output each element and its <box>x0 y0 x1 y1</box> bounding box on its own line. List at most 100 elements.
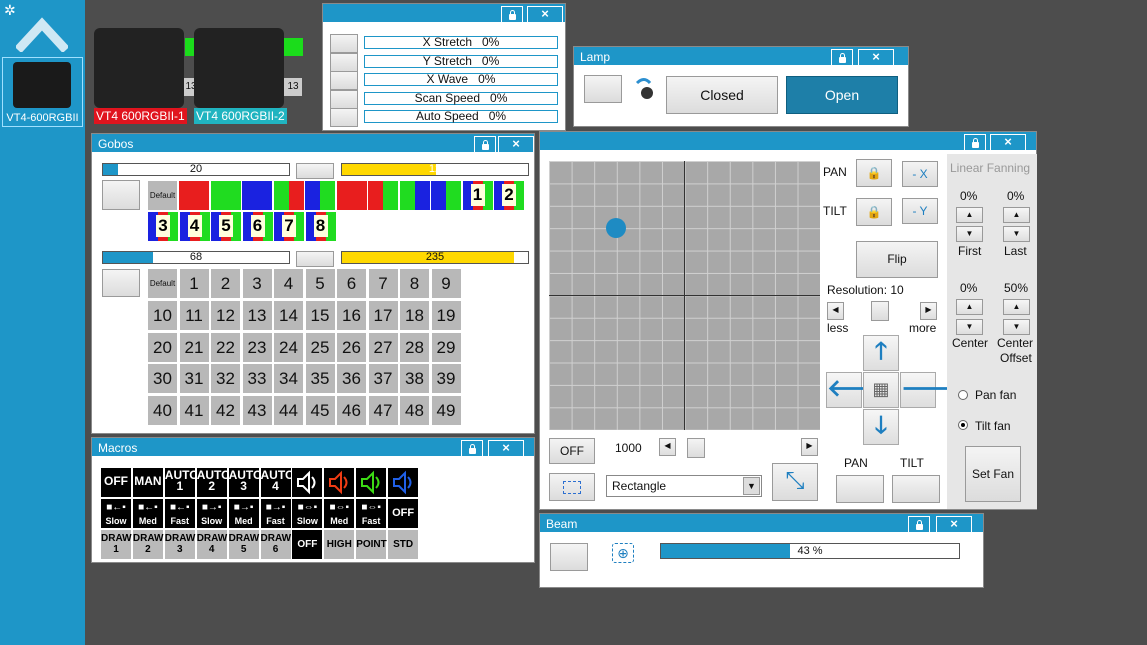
gobo-number-button[interactable]: 27 <box>368 332 398 362</box>
lock-icon[interactable] <box>474 136 496 153</box>
macro-draw-button[interactable]: DRAW 5 <box>228 530 259 559</box>
stretch-button[interactable] <box>330 52 358 72</box>
gobo-number-button[interactable]: 34 <box>274 364 303 394</box>
stretch-button[interactable] <box>330 108 358 127</box>
stretch-button[interactable] <box>330 34 358 53</box>
macro-speed-button[interactable]: ■⇔▪ Fast <box>356 499 387 528</box>
gobo-number-button[interactable]: 24 <box>274 332 303 362</box>
beam-toggle[interactable] <box>550 543 588 571</box>
macro-draw-button[interactable]: OFF <box>292 530 323 559</box>
set-fan-button[interactable]: Set Fan <box>965 446 1021 502</box>
gobo-number-button[interactable]: 16 <box>337 300 366 330</box>
macro-draw-button[interactable]: DRAW 2 <box>132 530 163 559</box>
gobo-number-button[interactable]: 2 <box>211 269 240 298</box>
beam-bar[interactable]: 43 % <box>660 543 960 559</box>
resolution-thumb[interactable] <box>871 301 889 321</box>
macro-draw-button[interactable]: DRAW 6 <box>260 530 291 559</box>
gobo-number-button[interactable]: 5 <box>305 269 335 298</box>
gear-icon[interactable]: ✲ <box>4 2 16 19</box>
shape-select[interactable]: Rectangle ▼ <box>606 475 762 497</box>
gobo-number-button[interactable]: 32 <box>211 364 240 394</box>
open-button[interactable]: Open <box>786 76 898 114</box>
macro-button[interactable]: OFF <box>101 468 131 497</box>
zoom-in-icon[interactable]: ⊕ <box>612 543 634 563</box>
default-button[interactable]: Default <box>148 269 177 298</box>
gobo-color-swatch[interactable] <box>273 181 304 210</box>
gobo-number-button[interactable]: 12 <box>211 300 240 330</box>
macro-draw-button[interactable]: HIGH <box>324 530 355 559</box>
size-slider-left[interactable]: ◀ <box>659 438 676 456</box>
stretch-button[interactable] <box>330 71 358 90</box>
macro-button[interactable]: AUTO 1 <box>164 468 199 497</box>
gobo-color-swatch[interactable] <box>336 181 367 210</box>
macro-speed-button[interactable]: ■←▪ Med <box>132 499 163 528</box>
pan-value-button[interactable] <box>836 475 884 503</box>
macro-speed-button[interactable]: ■←▪ Fast <box>164 499 195 528</box>
gobo-color-number[interactable]: 5 <box>211 212 241 241</box>
gobo-color-number[interactable]: 4 <box>179 212 210 241</box>
tilt-value-button[interactable] <box>892 475 940 503</box>
minus-x-button[interactable]: - X <box>902 161 938 187</box>
offset-up[interactable]: ▲ <box>1003 299 1030 315</box>
gobo-color-number[interactable]: 6 <box>242 212 273 241</box>
lock-icon[interactable] <box>908 516 930 533</box>
gobo-number-button[interactable]: 25 <box>305 332 335 362</box>
macro-draw-button[interactable]: DRAW 1 <box>101 530 132 559</box>
gobo-color-swatch[interactable] <box>368 181 398 210</box>
gobo-number-button[interactable]: 38 <box>400 364 429 394</box>
gobo-color-swatch[interactable] <box>399 181 430 210</box>
gobo-color-swatch[interactable] <box>431 181 461 210</box>
default-button[interactable]: Default <box>148 181 177 210</box>
position-dot[interactable] <box>606 218 626 238</box>
lock-icon[interactable] <box>964 134 986 151</box>
lock-icon[interactable] <box>831 49 853 66</box>
gobo-number-button[interactable]: 42 <box>211 396 240 426</box>
gobo-number-button[interactable]: 10 <box>148 300 177 330</box>
size-slider-thumb[interactable] <box>687 438 705 458</box>
close-button[interactable]: × <box>488 440 524 457</box>
gobo-number-button[interactable]: 6 <box>337 269 366 298</box>
first-down[interactable]: ▼ <box>956 226 983 242</box>
gobo-number-button[interactable]: 17 <box>368 300 398 330</box>
gobo-bar-4[interactable]: 235 <box>341 251 529 264</box>
gobo-number-button[interactable]: 36 <box>337 364 366 394</box>
gobo-button-2[interactable] <box>296 251 334 267</box>
macro-speed-button[interactable]: OFF <box>388 499 419 528</box>
right-arrow-button[interactable]: 🡒 <box>900 372 965 408</box>
macro-speed-button[interactable]: ■→▪ Med <box>228 499 259 528</box>
fixture-card[interactable]: VT4-600RGBII <box>2 57 83 127</box>
gobo-color-number[interactable]: 7 <box>274 212 304 241</box>
size-slider-right[interactable]: ▶ <box>801 438 818 456</box>
gobo-number-button[interactable]: 7 <box>368 269 398 298</box>
stretch-row[interactable]: X Stretch 0% <box>364 36 558 49</box>
macro-speed-button[interactable]: ■⇔▪ Med <box>324 499 355 528</box>
left-arrow-button[interactable]: 🡐 <box>826 372 891 408</box>
gobo-number-button[interactable]: 20 <box>148 332 177 362</box>
gobo-bar-3[interactable]: 68 <box>102 251 290 264</box>
gobo-number-button[interactable]: 22 <box>211 332 240 362</box>
shape-apply-button[interactable]: ⤡ <box>772 463 818 501</box>
lock-icon[interactable] <box>501 6 523 23</box>
speaker-icon[interactable] <box>324 468 355 497</box>
fixture-2[interactable]: 13 VT4 600RGBII-2 <box>192 18 303 126</box>
gobo-number-button[interactable]: 4 <box>274 269 303 298</box>
gobo-color-swatch[interactable] <box>179 181 209 210</box>
gobo-number-button[interactable]: 9 <box>431 269 461 298</box>
gobo-number-button[interactable]: 14 <box>274 300 303 330</box>
gobo-color-swatch[interactable] <box>210 181 241 210</box>
gobo-number-button[interactable]: 23 <box>242 332 272 362</box>
gobo-color-swatch[interactable] <box>305 181 335 210</box>
lamp-toggle[interactable] <box>584 75 622 103</box>
gobo-number-button[interactable]: 3 <box>242 269 272 298</box>
macro-button[interactable]: AUTO 2 <box>196 468 230 497</box>
flip-button[interactable]: Flip <box>856 241 938 278</box>
gobo-number-button[interactable]: 26 <box>337 332 366 362</box>
last-down[interactable]: ▼ <box>1003 226 1030 242</box>
gobo-number-button[interactable]: 18 <box>400 300 429 330</box>
gobo-number-button[interactable]: 39 <box>431 364 461 394</box>
gobo-number-button[interactable]: 11 <box>179 300 209 330</box>
stretch-row[interactable]: Auto Speed 0% <box>364 110 558 123</box>
close-button[interactable]: × <box>858 49 894 66</box>
gobo-number-button[interactable]: 44 <box>274 396 303 426</box>
gobo-number-button[interactable]: 35 <box>305 364 335 394</box>
